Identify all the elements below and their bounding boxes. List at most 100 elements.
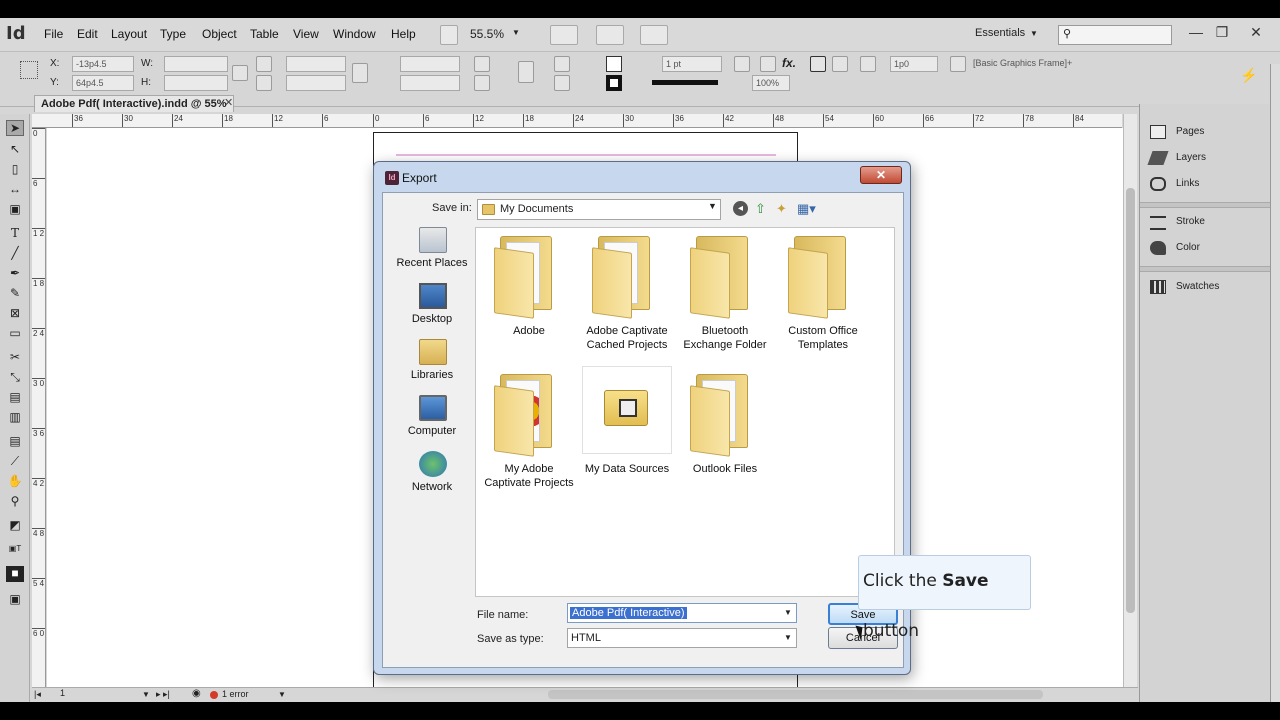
h-field[interactable] bbox=[164, 75, 228, 91]
view-menu-icon[interactable]: ▦▾ bbox=[797, 201, 816, 217]
rotate-cw-icon[interactable] bbox=[474, 56, 490, 72]
screen-mode-button[interactable] bbox=[596, 25, 624, 45]
place-libraries[interactable]: Libraries bbox=[391, 339, 473, 395]
select-container-icon[interactable] bbox=[554, 56, 570, 72]
menu-file[interactable]: File bbox=[44, 27, 63, 41]
object-style-select[interactable]: [Basic Graphics Frame]+ bbox=[970, 56, 1100, 72]
formatting-affects-icon[interactable]: ▣T bbox=[6, 544, 24, 560]
scale-x-field[interactable] bbox=[286, 56, 346, 72]
pencil-tool-icon[interactable]: ✎ bbox=[6, 286, 24, 302]
vertical-scroll-thumb[interactable] bbox=[1126, 188, 1135, 613]
opacity-field[interactable]: 100% bbox=[752, 75, 790, 91]
back-icon[interactable]: ◂ bbox=[733, 201, 748, 216]
menu-help[interactable]: Help bbox=[391, 27, 416, 41]
next-page-icon[interactable]: ▸ ▸| bbox=[156, 689, 170, 700]
arrange-documents-button[interactable] bbox=[640, 25, 668, 45]
workspace-dropdown-icon[interactable]: ▼ bbox=[1030, 29, 1038, 38]
close-window-button[interactable]: ✕ bbox=[1244, 21, 1268, 43]
zoom-dropdown-icon[interactable]: ▼ bbox=[512, 28, 520, 37]
minimize-button[interactable]: — bbox=[1184, 21, 1208, 43]
reference-point-icon[interactable] bbox=[20, 61, 38, 79]
apply-color-icon[interactable]: ■ bbox=[6, 566, 24, 582]
menu-object[interactable]: Object bbox=[202, 27, 237, 41]
save-type-select[interactable]: HTML ▼ bbox=[567, 628, 797, 648]
place-recent-places[interactable]: Recent Places bbox=[391, 227, 473, 283]
selection-tool-icon[interactable]: ➤ bbox=[6, 120, 24, 136]
page-number-field[interactable]: 1 bbox=[60, 688, 65, 698]
x-field[interactable]: -13p4.5 bbox=[72, 56, 134, 72]
text-wrap-none-icon[interactable] bbox=[810, 56, 826, 72]
gradient-swatch-tool-icon[interactable]: ▤ bbox=[6, 390, 24, 406]
zoom-level[interactable]: 55.5% bbox=[470, 27, 504, 41]
search-input[interactable]: ⚲ bbox=[1058, 25, 1172, 45]
pen-tool-icon[interactable]: ✒ bbox=[6, 266, 24, 282]
chevron-down-icon[interactable]: ▼ bbox=[784, 629, 792, 647]
error-count[interactable]: 1 error bbox=[222, 689, 249, 699]
file-item[interactable]: My Adobe Captivate Projects bbox=[480, 366, 578, 496]
fill-stroke-icon[interactable]: ◩ bbox=[6, 518, 24, 534]
restore-button[interactable]: ❐ bbox=[1210, 21, 1234, 43]
panel-color[interactable]: Color bbox=[1150, 236, 1270, 260]
file-item[interactable]: Custom Office Templates bbox=[774, 228, 872, 358]
view-options-button[interactable] bbox=[550, 25, 578, 45]
w-field[interactable] bbox=[164, 56, 228, 72]
chevron-down-icon[interactable]: ▼ bbox=[708, 201, 717, 211]
constrain-proportions-icon[interactable] bbox=[232, 65, 248, 81]
chevron-down-icon[interactable]: ▼ bbox=[784, 604, 792, 622]
flip-horizontal-icon[interactable] bbox=[474, 75, 490, 91]
collapsed-panel-strip[interactable] bbox=[1270, 64, 1280, 702]
rectangle-frame-tool-icon[interactable]: ⊠ bbox=[6, 306, 24, 322]
screen-mode-icon[interactable]: ▣ bbox=[6, 592, 24, 608]
save-in-select[interactable]: My Documents bbox=[477, 199, 721, 220]
file-name-input[interactable]: Adobe Pdf( Interactive) ▼ bbox=[567, 603, 797, 623]
stroke-weight-field[interactable]: 1 pt bbox=[662, 56, 722, 72]
panel-stroke[interactable]: Stroke bbox=[1150, 210, 1270, 234]
select-content-icon[interactable] bbox=[554, 75, 570, 91]
workspace-switcher[interactable]: Essentials bbox=[975, 27, 1025, 39]
up-folder-icon[interactable]: ⇧ bbox=[755, 201, 766, 217]
scale-y-field[interactable] bbox=[286, 75, 346, 91]
drop-shadow-icon[interactable] bbox=[760, 56, 776, 72]
page-tool-icon[interactable]: ▯ bbox=[6, 162, 24, 178]
place-network[interactable]: Network bbox=[391, 451, 473, 507]
rectangle-tool-icon[interactable]: ▭ bbox=[6, 326, 24, 342]
menu-edit[interactable]: Edit bbox=[77, 27, 98, 41]
file-item[interactable]: Bluetooth Exchange Folder bbox=[676, 228, 774, 358]
panel-pages[interactable]: Pages bbox=[1150, 120, 1270, 144]
rotation-field[interactable] bbox=[400, 56, 460, 72]
type-tool-icon[interactable]: T bbox=[6, 226, 24, 242]
y-field[interactable]: 64p4.5 bbox=[72, 75, 134, 91]
place-desktop[interactable]: Desktop bbox=[391, 283, 473, 339]
bridge-button[interactable] bbox=[440, 25, 458, 45]
panel-layers[interactable]: Layers bbox=[1147, 146, 1270, 170]
page-dropdown-icon[interactable]: ▼ bbox=[142, 690, 150, 699]
preflight-dropdown-icon[interactable]: ▼ bbox=[278, 690, 286, 699]
menu-layout[interactable]: Layout bbox=[111, 27, 147, 41]
close-document-icon[interactable]: ✕ bbox=[224, 96, 233, 109]
line-tool-icon[interactable]: ╱ bbox=[6, 246, 24, 262]
horizontal-scroll-thumb[interactable] bbox=[548, 690, 1043, 699]
document-tab[interactable]: Adobe Pdf( Interactive).indd @ 55% bbox=[34, 95, 234, 112]
panel-swatches[interactable]: Swatches bbox=[1150, 275, 1270, 299]
constrain-scale-icon[interactable] bbox=[352, 63, 368, 83]
frame-fitting-icon[interactable] bbox=[860, 56, 876, 72]
content-collector-icon[interactable]: ▣ bbox=[6, 202, 24, 218]
direct-selection-tool-icon[interactable]: ↖ bbox=[6, 142, 24, 158]
free-transform-tool-icon[interactable]: ⤡ bbox=[6, 370, 24, 386]
menu-table[interactable]: Table bbox=[250, 27, 279, 41]
effects-fx-icon[interactable]: fx. bbox=[782, 56, 796, 70]
eyedropper-tool-icon[interactable]: ⟋ bbox=[6, 454, 24, 470]
preflight-icon[interactable]: ◉ bbox=[192, 688, 201, 699]
stroke-type-selector[interactable] bbox=[652, 80, 718, 85]
scissors-tool-icon[interactable]: ✂ bbox=[6, 350, 24, 366]
file-item[interactable]: Adobe Captivate Cached Projects bbox=[578, 228, 676, 358]
gap-tool-icon[interactable]: ↔ bbox=[6, 182, 24, 198]
menu-window[interactable]: Window bbox=[333, 27, 376, 41]
quick-apply-icon[interactable]: ⚡ bbox=[1240, 67, 1257, 84]
file-item[interactable]: Outlook Files bbox=[676, 366, 774, 496]
new-folder-icon[interactable]: ✦ bbox=[776, 201, 787, 217]
fill-swatch-icon[interactable] bbox=[606, 56, 622, 72]
file-list[interactable]: Adobe Adobe Captivate Cached Projects Bl… bbox=[475, 227, 895, 597]
gradient-feather-tool-icon[interactable]: ▥ bbox=[6, 410, 24, 426]
first-page-icon[interactable]: |◂ bbox=[34, 689, 41, 700]
